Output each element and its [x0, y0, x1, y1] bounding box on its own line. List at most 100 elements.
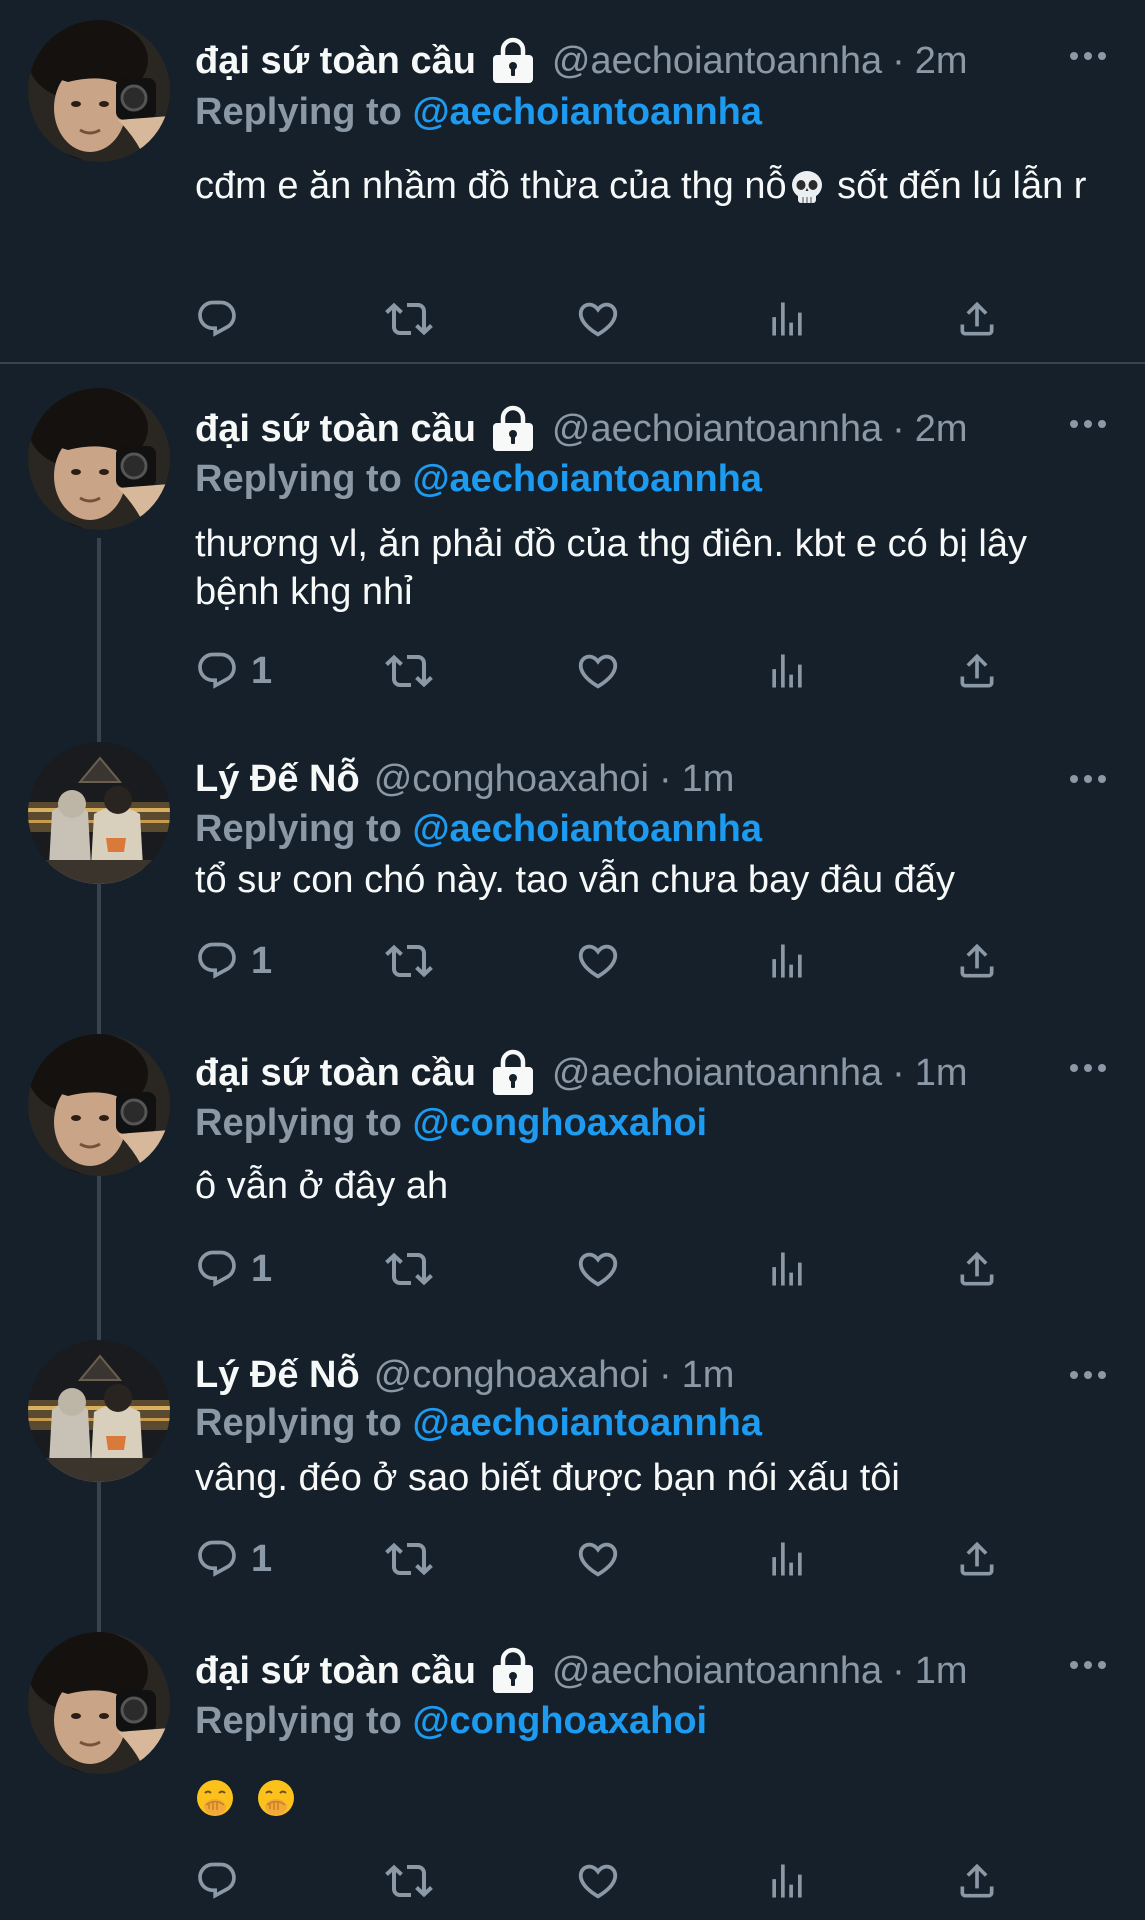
mention-link[interactable]: @aechoiantoannha — [412, 91, 762, 133]
tweet-1[interactable]: đại sứ toàn cầu @aechoiantoannha · 2m Re… — [0, 0, 1145, 362]
like-button[interactable] — [575, 936, 621, 986]
reply-count: 1 — [251, 939, 273, 982]
views-icon — [765, 297, 809, 341]
share-button[interactable] — [955, 1534, 999, 1584]
reply-button[interactable] — [195, 1856, 251, 1906]
retweet-button[interactable] — [385, 646, 433, 696]
user-handle[interactable]: @aechoiantoannha — [552, 1646, 882, 1696]
timestamp[interactable]: 1m — [915, 1048, 968, 1098]
mention-link[interactable]: @aechoiantoannha — [412, 1402, 762, 1444]
action-bar — [195, 294, 1015, 344]
tweet-2[interactable]: đại sứ toàn cầu @aechoiantoannha · 2m Re… — [0, 364, 1145, 734]
like-button[interactable] — [575, 1534, 621, 1584]
avatar[interactable] — [28, 388, 170, 530]
share-button[interactable] — [955, 1856, 999, 1906]
avatar[interactable] — [28, 1340, 170, 1482]
retweet-button[interactable] — [385, 294, 433, 344]
timestamp[interactable]: 1m — [682, 754, 735, 804]
like-button[interactable] — [575, 1244, 621, 1294]
display-name[interactable]: Lý Đế Nỗ — [195, 1350, 360, 1400]
retweet-button[interactable] — [385, 936, 433, 986]
timestamp[interactable]: 2m — [915, 404, 968, 454]
more-icon[interactable] — [1068, 767, 1108, 791]
more-icon[interactable] — [1068, 1363, 1108, 1387]
timestamp[interactable]: 1m — [682, 1350, 735, 1400]
more-icon[interactable] — [1068, 412, 1108, 436]
user-handle[interactable]: @aechoiantoannha — [552, 1048, 882, 1098]
like-button[interactable] — [575, 294, 621, 344]
replying-label: Replying to — [195, 458, 402, 500]
user-handle[interactable]: @aechoiantoannha — [552, 404, 882, 454]
action-bar: 1 — [195, 1534, 1015, 1584]
mention-link[interactable]: @aechoiantoannha — [412, 808, 762, 850]
mention-link[interactable]: @conghoaxahoi — [412, 1700, 707, 1742]
avatar[interactable] — [28, 742, 170, 884]
tweet-header: Lý Đế Nỗ @conghoaxahoi · 1m — [195, 1350, 734, 1400]
share-button[interactable] — [955, 294, 999, 344]
avatar[interactable] — [28, 1034, 170, 1176]
mention-link[interactable]: @conghoaxahoi — [412, 1102, 707, 1144]
share-button[interactable] — [955, 1244, 999, 1294]
action-bar: 1 — [195, 936, 1015, 986]
display-name[interactable]: đại sứ toàn cầu — [195, 1048, 476, 1098]
views-button[interactable] — [765, 1244, 809, 1294]
reply-button[interactable]: 1 — [195, 1244, 272, 1294]
more-icon[interactable] — [1068, 1056, 1108, 1080]
reply-button[interactable]: 1 — [195, 936, 272, 986]
views-button[interactable] — [765, 1856, 809, 1906]
retweet-button[interactable] — [385, 1244, 433, 1294]
views-button[interactable] — [765, 294, 809, 344]
reply-icon — [195, 1247, 239, 1291]
reply-button[interactable]: 1 — [195, 646, 272, 696]
hand-over-mouth-emoji — [256, 1778, 296, 1818]
views-button[interactable] — [765, 1534, 809, 1584]
lock-icon — [488, 404, 538, 454]
avatar[interactable] — [28, 20, 170, 162]
like-button[interactable] — [575, 1856, 621, 1906]
tweet-6[interactable]: đại sứ toàn cầu @aechoiantoannha · 1m Re… — [0, 1624, 1145, 1920]
mention-link[interactable]: @aechoiantoannha — [412, 458, 762, 500]
retweet-button[interactable] — [385, 1534, 433, 1584]
tweet-header: đại sứ toàn cầu @aechoiantoannha · 2m — [195, 36, 968, 86]
reply-button[interactable]: 1 — [195, 1534, 272, 1584]
lock-icon — [488, 1048, 538, 1098]
reply-icon — [195, 1859, 239, 1903]
separator-dot: · — [892, 408, 905, 450]
tweet-text: cđm e ăn nhầm đồ thừa của thg nỗ sốt đến… — [195, 162, 1095, 210]
tweet-5[interactable]: Lý Đế Nỗ @conghoaxahoi · 1m Replying to … — [0, 1334, 1145, 1624]
action-bar: 1 — [195, 1244, 1015, 1294]
replying-label: Replying to — [195, 1102, 402, 1144]
heart-icon — [575, 1858, 621, 1904]
more-icon[interactable] — [1068, 44, 1108, 68]
reply-button[interactable] — [195, 294, 251, 344]
views-button[interactable] — [765, 646, 809, 696]
tweet-text-part: sốt đến lú lẫn r — [826, 165, 1087, 207]
replying-to: Replying to @aechoiantoannha — [195, 1398, 762, 1448]
tweet-4[interactable]: đại sứ toàn cầu @aechoiantoannha · 1m Re… — [0, 1034, 1145, 1334]
views-icon — [765, 1537, 809, 1581]
display-name[interactable]: Lý Đế Nỗ — [195, 754, 360, 804]
more-icon[interactable] — [1068, 1653, 1108, 1677]
tweet-text: vâng. đéo ở sao biết được bạn nói xấu tô… — [195, 1457, 900, 1499]
retweet-icon — [385, 937, 433, 985]
display-name[interactable]: đại sứ toàn cầu — [195, 1646, 476, 1696]
user-handle[interactable]: @conghoaxahoi — [374, 1350, 649, 1400]
like-button[interactable] — [575, 646, 621, 696]
reply-icon — [195, 649, 239, 693]
retweet-icon — [385, 647, 433, 695]
display-name[interactable]: đại sứ toàn cầu — [195, 404, 476, 454]
replying-label: Replying to — [195, 1402, 402, 1444]
avatar[interactable] — [28, 1632, 170, 1774]
user-handle[interactable]: @aechoiantoannha — [552, 36, 882, 86]
timestamp[interactable]: 1m — [915, 1646, 968, 1696]
user-handle[interactable]: @conghoaxahoi — [374, 754, 649, 804]
replying-to: Replying to @conghoaxahoi — [195, 1098, 707, 1148]
views-icon — [765, 939, 809, 983]
retweet-button[interactable] — [385, 1856, 433, 1906]
views-button[interactable] — [765, 936, 809, 986]
share-button[interactable] — [955, 646, 999, 696]
timestamp[interactable]: 2m — [915, 36, 968, 86]
display-name[interactable]: đại sứ toàn cầu — [195, 36, 476, 86]
share-button[interactable] — [955, 936, 999, 986]
tweet-3[interactable]: Lý Đế Nỗ @conghoaxahoi · 1m Replying to … — [0, 734, 1145, 1034]
